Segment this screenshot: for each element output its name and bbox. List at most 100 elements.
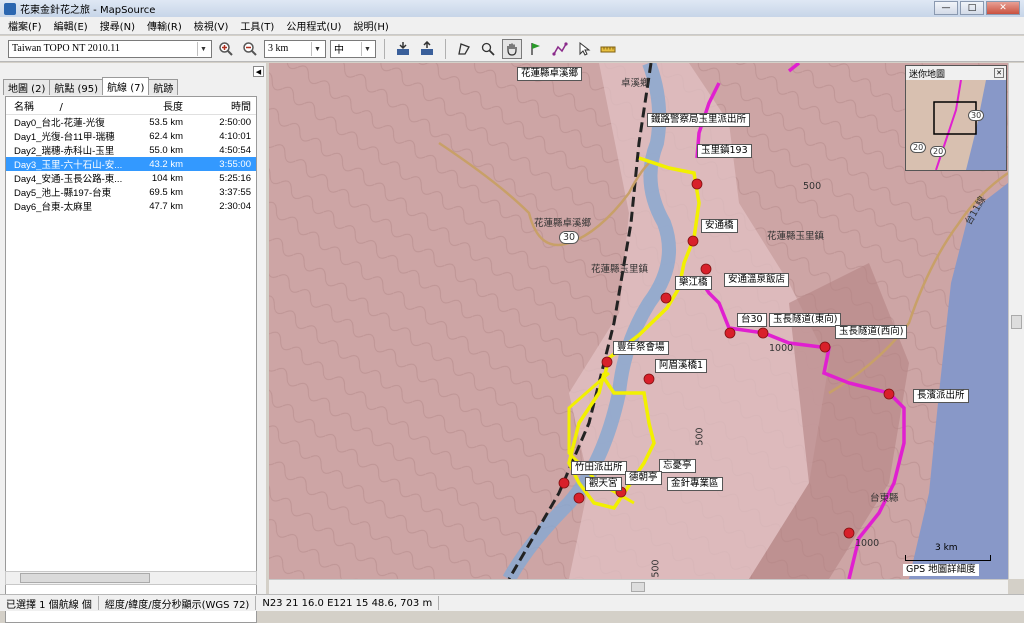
map-label[interactable]: 花蓮縣卓溪鄉 — [517, 67, 583, 81]
zoom-scale-select[interactable]: 3 km ▼ — [264, 39, 326, 58]
close-icon[interactable]: ✕ — [994, 68, 1004, 78]
chevron-down-icon: ▼ — [311, 41, 323, 56]
map-view[interactable]: 卓溪鄉 花蓮縣卓溪鄉 花蓮縣玉里鎮 花蓮縣玉里鎮 500 500 500 100… — [269, 63, 1008, 579]
contour-label: 1000 — [769, 343, 794, 354]
route-time: 4:10:01 — [219, 130, 251, 142]
route-row[interactable]: Day3_玉里-六十石山-安... 43.2 km 3:55:00 — [6, 157, 256, 171]
menu-edit[interactable]: 編輯(E) — [48, 18, 94, 33]
map-label[interactable]: 玉長隧道(東向) — [769, 313, 842, 327]
map-label[interactable]: 樂江橋 — [675, 276, 712, 290]
map-label[interactable]: 豐年祭會場 — [613, 341, 669, 355]
window-title: 花東金針花之旅 - MapSource — [20, 5, 156, 16]
menu-file[interactable]: 檔案(F) — [2, 18, 48, 33]
route-time: 2:30:04 — [219, 200, 251, 212]
map-place-text: 花蓮縣玉里鎮 — [767, 231, 825, 242]
map-vertical-scrollbar[interactable] — [1008, 63, 1024, 579]
detail-select[interactable]: 中 ▼ — [330, 39, 376, 58]
menu-find[interactable]: 搜尋(N) — [94, 18, 141, 33]
map-product-value: Taiwan TOPO NT 2010.11 — [12, 43, 120, 54]
route-row[interactable]: Day4_安通-玉長公路-東... 104 km 5:25:16 — [6, 171, 256, 186]
route-time: 3:55:00 — [219, 158, 251, 170]
route-length: 104 km — [151, 172, 183, 184]
contour-label: 500 — [803, 181, 822, 192]
menu-view[interactable]: 檢視(V) — [188, 18, 235, 33]
map-label[interactable]: 竹田派出所 — [571, 461, 627, 475]
route-time: 3:37:55 — [219, 186, 251, 198]
toolbar: Taiwan TOPO NT 2010.11 ▼ 3 km ▼ 中 ▼ — [0, 36, 1024, 62]
menu-transfer[interactable]: 傳輸(R) — [141, 18, 188, 33]
collapse-panel-icon[interactable]: ◀ — [253, 66, 264, 77]
map-label[interactable]: 觀天宮 — [585, 477, 622, 491]
scrollbar-thumb[interactable] — [20, 573, 150, 583]
chevron-down-icon: ▼ — [361, 41, 373, 56]
route-row[interactable]: Day0_台北-花蓮-光復 53.5 km 2:50:00 — [6, 115, 256, 130]
tab-tracks[interactable]: 航跡 — [148, 79, 179, 95]
map-label[interactable]: 安通溫泉飯店 — [724, 273, 790, 287]
scrollbar-thumb[interactable] — [1011, 315, 1022, 329]
route-row[interactable]: Day2_瑞穗-赤科山-玉里 55.0 km 4:50:54 — [6, 143, 256, 158]
send-to-device-icon[interactable] — [417, 39, 437, 59]
arrow-pointer-icon[interactable] — [574, 39, 594, 59]
map-label[interactable]: 忘憂亭 — [659, 459, 696, 473]
tab-maps[interactable]: 地圖 (2) — [3, 79, 51, 95]
app-icon — [4, 2, 16, 15]
window-controls: — □ ✕ — [934, 1, 1020, 15]
road-shield: 30 — [559, 231, 580, 244]
map-place-text: 台東縣 — [870, 493, 899, 504]
maximize-button[interactable]: □ — [960, 1, 984, 15]
route-time: 2:50:00 — [219, 116, 251, 128]
menu-tools[interactable]: 工具(T) — [234, 18, 280, 33]
scale-label: 3 km — [935, 543, 958, 553]
tab-routes[interactable]: 航線 (7) — [102, 77, 150, 95]
route-row[interactable]: Day1_光復-台11甲-瑞穗 62.4 km 4:10:01 — [6, 129, 256, 144]
route-row[interactable]: Day5_池上-縣197-台東 69.5 km 3:37:55 — [6, 185, 256, 200]
menu-utilities[interactable]: 公用程式(U) — [280, 18, 347, 33]
map-label[interactable]: 玉長隧道(西向) — [835, 325, 908, 339]
contour-label: 1000 — [855, 538, 880, 549]
selection-tool-icon[interactable] — [454, 39, 474, 59]
menu-bar: 檔案(F) 編輯(E) 搜尋(N) 傳輸(R) 檢視(V) 工具(T) 公用程式… — [0, 17, 1024, 35]
distance-ruler-icon[interactable] — [598, 39, 618, 59]
mini-map[interactable]: 迷你地圖 ✕ 30 20 20 — [905, 65, 1007, 171]
map-label[interactable]: 德朝亭 — [625, 471, 662, 485]
map-label[interactable]: 長濱派出所 — [913, 389, 969, 403]
road-shield: 20 — [910, 142, 927, 153]
map-label[interactable]: 金針專業區 — [667, 477, 723, 491]
route-row[interactable]: Day6_台東-太麻里 47.7 km 2:30:04 — [6, 199, 256, 214]
detail-value: 中 — [334, 45, 344, 56]
map-product-select[interactable]: Taiwan TOPO NT 2010.11 ▼ — [8, 39, 212, 58]
map-scale: 3 km — [905, 543, 991, 561]
zoom-scale-value: 3 km — [268, 43, 289, 54]
column-time[interactable]: 時間 — [183, 98, 251, 113]
map-label[interactable]: 台30 — [737, 313, 767, 327]
zoom-tool-icon[interactable] — [478, 39, 498, 59]
tab-waypoints[interactable]: 航點 (95) — [49, 79, 104, 95]
close-button[interactable]: ✕ — [986, 1, 1020, 15]
map-label[interactable]: 鐵路警察局玉里派出所 — [647, 113, 751, 127]
map-label[interactable]: 阿眉溪橋1 — [655, 359, 708, 373]
zoom-in-icon[interactable] — [216, 39, 236, 59]
chevron-down-icon: ▼ — [197, 41, 209, 56]
map-label[interactable]: 玉里鎮193 — [697, 144, 752, 158]
scrollbar-thumb[interactable] — [631, 582, 645, 592]
map-horizontal-scrollbar[interactable] — [269, 579, 1008, 594]
waypoint-flag-icon[interactable] — [526, 39, 546, 59]
column-name[interactable]: 名稱 / — [6, 98, 131, 113]
route-length: 53.5 km — [149, 116, 183, 128]
status-bar: 已選擇 1 個航線 個 經度/緯度/度分秒顯示(WGS 72) N23 21 1… — [0, 594, 1024, 611]
minimize-button[interactable]: — — [934, 1, 958, 15]
route-name: Day6_台東-太麻里 — [14, 202, 93, 213]
route-list: 名稱 / 長度 時間 Day0_台北-花蓮-光復 53.5 km 2:50:00 Da… — [5, 96, 257, 623]
zoom-out-icon[interactable] — [240, 39, 260, 59]
map-label[interactable]: 安通橋 — [701, 219, 738, 233]
hand-tool-icon[interactable] — [502, 38, 522, 59]
route-tool-icon[interactable] — [550, 39, 570, 59]
receive-from-device-icon[interactable] — [393, 39, 413, 59]
route-name: Day1_光復-台11甲-瑞穗 — [14, 132, 115, 143]
status-selection: 已選擇 1 個航線 個 — [0, 596, 99, 611]
menu-help[interactable]: 說明(H) — [347, 18, 394, 33]
sort-indicator: / — [59, 102, 63, 113]
panel-horizontal-scrollbar[interactable] — [5, 571, 257, 585]
column-length[interactable]: 長度 — [131, 98, 183, 113]
route-length: 62.4 km — [149, 130, 183, 142]
